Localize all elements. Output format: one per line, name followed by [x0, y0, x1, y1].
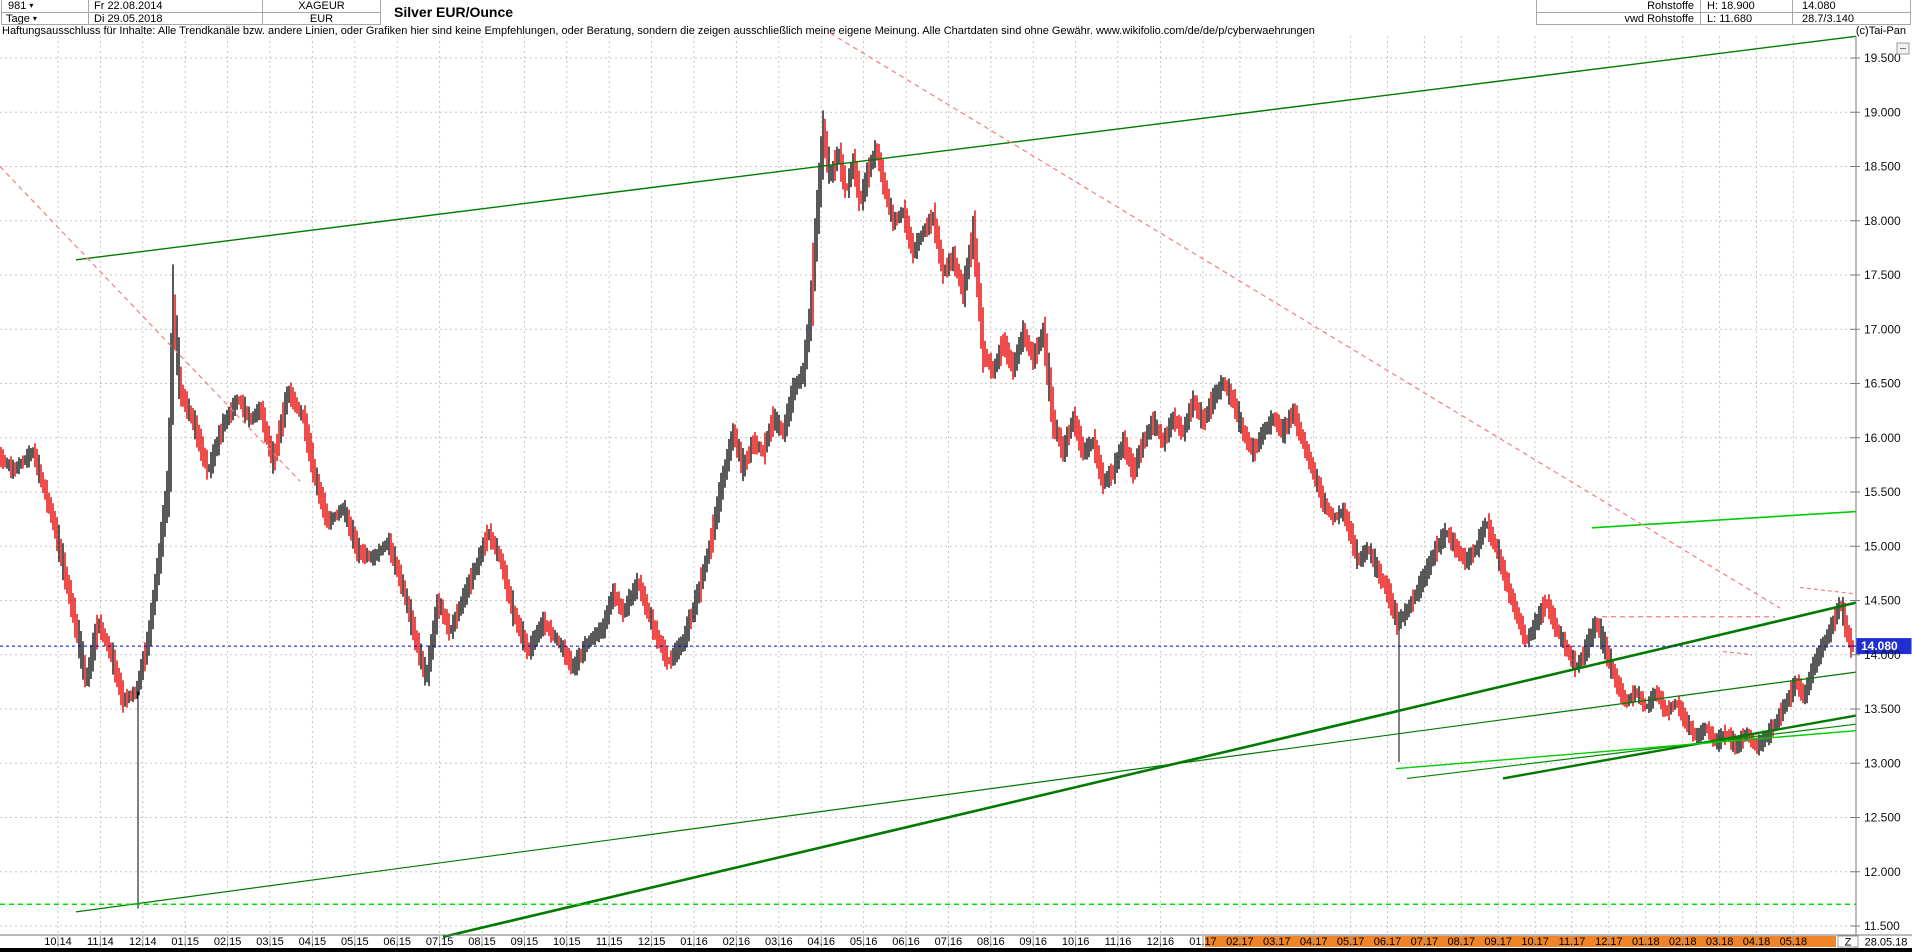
left-pink-diagonal	[0, 166, 301, 482]
x-axis-label: 09.17	[1484, 936, 1512, 948]
y-axis-label: 18.000	[1864, 214, 1901, 228]
y-axis-label: 18.500	[1864, 160, 1901, 174]
x-axis-label: 09.15	[511, 936, 539, 948]
pink-axis-segment	[1799, 586, 1857, 595]
y-axis: 19.500 19.000 18.500 18.000 17.500 17.000 16.5…	[1850, 36, 1901, 948]
y-axis-label: 11.500	[1864, 919, 1900, 933]
x-axis-label: 05.15	[341, 936, 369, 948]
taipan-chart-window: 981 ▾ Tage ▾ Fr 22.08.2014 Di 29.05.2018…	[0, 0, 1912, 952]
long-support-thick-green	[442, 601, 1857, 939]
footer-last-date: 28.05.18	[1865, 937, 1908, 949]
x-axis-label: 08.17	[1448, 936, 1476, 948]
x-axis-label: 02.17	[1226, 936, 1254, 948]
x-axis-label: 11.16	[1105, 936, 1132, 948]
y-axis-label: 15.000	[1864, 539, 1901, 553]
x-axis-label: 08.16	[977, 936, 1005, 948]
x-axis-label: 03.16	[765, 936, 793, 948]
y-axis-label: 16.500	[1864, 377, 1901, 391]
x-axis-label: 03.17	[1263, 936, 1291, 948]
y-axis-label: 17.000	[1864, 322, 1901, 336]
mid-bright-green	[1591, 510, 1857, 529]
main-pink-diagonal	[829, 32, 1781, 609]
x-axis-label: 04.16	[807, 936, 835, 948]
x-axis-label: 12.17	[1595, 936, 1623, 948]
y-axis-label: 14.000	[1864, 648, 1901, 662]
x-axis-labels: 10.14 11.14 12.14 01.15 02.15 03.15 04.15 05.15…	[44, 936, 1807, 948]
price-chart[interactable]: 10.14 11.14 12.14 01.15 02.15 03.15 04.15 05.15…	[0, 0, 1912, 952]
x-axis-label: 10.17	[1521, 936, 1549, 948]
x-axis-label: 11.17	[1559, 936, 1586, 948]
y-axis-label: 19.000	[1864, 105, 1901, 119]
y-axis-label: 17.500	[1864, 268, 1901, 282]
x-axis-label: 08.15	[468, 936, 496, 948]
x-axis-label: 11.15	[596, 936, 623, 948]
y-axis-label: 12.000	[1864, 865, 1901, 879]
x-axis-label: 02.15	[214, 936, 242, 948]
x-axis-label: 06.17	[1374, 936, 1402, 948]
pink-short-segment	[1722, 650, 1753, 656]
x-axis-label: 06.16	[892, 936, 920, 948]
x-axis-label: 11.14	[87, 936, 114, 948]
y-axis-label: 13.000	[1864, 756, 1901, 770]
x-axis-label: 06.15	[383, 936, 411, 948]
x-axis-label: 01.15	[171, 936, 199, 948]
y-axis-label: 15.500	[1864, 485, 1901, 499]
x-axis-label: 10.15	[553, 936, 581, 948]
y-axis-label: 13.500	[1864, 702, 1901, 716]
zoom-cell-label: Z	[1845, 937, 1852, 949]
x-axis-label: 04.17	[1300, 936, 1328, 948]
x-axis-label: 02.16	[723, 936, 751, 948]
x-axis-label: 10.16	[1062, 936, 1090, 948]
y-axis-label: 14.500	[1864, 594, 1901, 608]
upper-channel-green	[75, 35, 1857, 261]
x-axis-label: 01.18	[1632, 936, 1660, 948]
x-axis-label: 05.17	[1337, 936, 1365, 948]
long-support-thin-green	[75, 671, 1857, 913]
x-axis-label: 03.15	[256, 936, 284, 948]
x-axis-label: 12.14	[129, 936, 157, 948]
x-axis-label: 05.18	[1780, 936, 1808, 948]
y-axis-label: 19.500	[1864, 51, 1901, 65]
short-support-thin-green	[1406, 723, 1857, 780]
x-axis-label: 04.15	[299, 936, 327, 948]
x-axis-label: 12.15	[638, 936, 666, 948]
x-axis-label: 12.16	[1147, 936, 1175, 948]
x-axis-label: 01.16	[680, 936, 708, 948]
trend-lines	[0, 32, 1857, 939]
collapse-axis-button[interactable]	[1896, 42, 1910, 55]
y-axis-label: 16.000	[1864, 431, 1901, 445]
x-axis-label: 07.17	[1411, 936, 1439, 948]
x-axis-label: 10.14	[44, 936, 72, 948]
y-axis-label: 12.500	[1864, 811, 1901, 825]
x-axis-label: 03.18	[1706, 936, 1734, 948]
current-price-marker: 14.080	[0, 638, 1912, 655]
x-axis-label: 05.16	[850, 936, 878, 948]
x-axis-label: 09.16	[1019, 936, 1047, 948]
x-axis-label: 07.15	[426, 936, 454, 948]
x-axis-label: 02.18	[1669, 936, 1697, 948]
x-axis-label: 01.17	[1189, 936, 1217, 948]
candlesticks	[0, 110, 1854, 909]
x-axis-label: 04.18	[1743, 936, 1771, 948]
short-support-thick-green	[1502, 714, 1857, 780]
x-axis-label: 07.16	[935, 936, 963, 948]
